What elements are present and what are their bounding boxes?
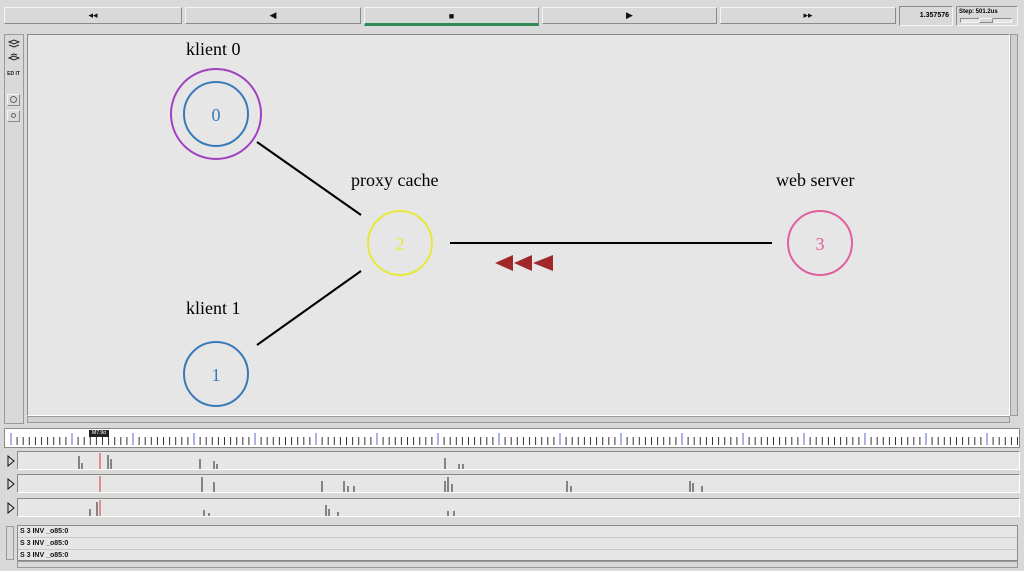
monitor-expand-icon[interactable] <box>6 499 16 517</box>
node-0[interactable]: 0 <box>170 68 262 160</box>
node-3-id: 3 <box>816 234 825 254</box>
log-line[interactable]: S 3 INV _o85:0 <box>18 526 1017 538</box>
pointer-tool-icon[interactable] <box>7 39 20 51</box>
link-1-2 <box>256 270 362 346</box>
monitor-row-3-graph <box>89 500 455 516</box>
monitor-row-1-graph <box>78 453 464 469</box>
zoom-in-icon[interactable] <box>7 94 20 106</box>
node-1-label: klient 1 <box>186 298 241 318</box>
step-control[interactable]: Step: 501.2us <box>956 6 1018 26</box>
log-line[interactable]: S 3 INV _o85:0 <box>18 538 1017 550</box>
log-vertical-scrollbar[interactable] <box>6 526 14 560</box>
timeline-slider[interactable]: M7.9d <box>4 428 1020 448</box>
node-3[interactable]: 3 <box>787 210 853 276</box>
monitor-row-1[interactable] <box>17 451 1020 470</box>
node-0-id: 0 <box>212 105 221 125</box>
packet <box>514 255 532 271</box>
monitor-expand-icon[interactable] <box>6 475 16 493</box>
stop-button[interactable]: ■ <box>364 7 539 26</box>
node-2[interactable]: 2 <box>367 210 433 276</box>
rewind-icon: ◂◂ <box>88 10 98 20</box>
tool-strip <box>4 34 24 424</box>
node-2-label: proxy cache <box>351 170 439 190</box>
step-slider[interactable] <box>960 18 1012 23</box>
packet <box>495 255 513 271</box>
canvas-horizontal-scrollbar[interactable] <box>27 416 1010 423</box>
node-1-id: 1 <box>212 365 221 385</box>
topology-graph: 0 1 2 3 <box>170 68 853 407</box>
timeline-marker[interactable]: M7.9d <box>89 430 109 437</box>
node-2-id: 2 <box>396 234 405 254</box>
node-1[interactable]: 1 <box>183 341 249 407</box>
node-3-label: web server <box>776 170 855 190</box>
monitor-expand-icon[interactable] <box>6 452 16 470</box>
time-display: 1.357576 <box>899 6 953 26</box>
fast-forward-button[interactable]: ▸▸ <box>720 7 896 24</box>
timeline-ticks <box>10 433 1018 445</box>
monitor-row-2-graph <box>99 476 703 492</box>
monitor-row-3[interactable] <box>17 498 1020 517</box>
step-back-button[interactable]: ◀ <box>185 7 361 24</box>
back-icon: ◀ <box>269 10 277 20</box>
canvas-vertical-scrollbar[interactable] <box>1010 34 1018 416</box>
play-icon: ▶ <box>626 10 633 20</box>
rewind-button[interactable]: ◂◂ <box>4 7 182 24</box>
node-0-label: klient 0 <box>186 39 241 59</box>
packets[interactable] <box>495 255 553 271</box>
zoom-tool-icon[interactable] <box>7 53 20 65</box>
stop-icon: ■ <box>448 10 455 21</box>
fast-forward-icon: ▸▸ <box>803 10 813 20</box>
play-button[interactable]: ▶ <box>542 7 717 24</box>
edit-tool-button[interactable]: ED IT <box>7 70 20 88</box>
log-horizontal-scrollbar[interactable] <box>17 561 1018 568</box>
step-slider-thumb[interactable] <box>979 18 993 23</box>
monitor-row-2[interactable] <box>17 474 1020 493</box>
zoom-out-icon[interactable] <box>7 110 20 122</box>
packet <box>533 255 553 271</box>
step-label: Step: 501.2us <box>959 9 998 15</box>
network-canvas[interactable]: 0 1 2 3 klient 0 klient 1 proxy cache we… <box>27 34 1010 416</box>
link-0-2 <box>256 141 362 216</box>
event-log[interactable]: S 3 INV _o85:0 S 3 INV _o85:0 S 3 INV _o… <box>17 525 1018 562</box>
